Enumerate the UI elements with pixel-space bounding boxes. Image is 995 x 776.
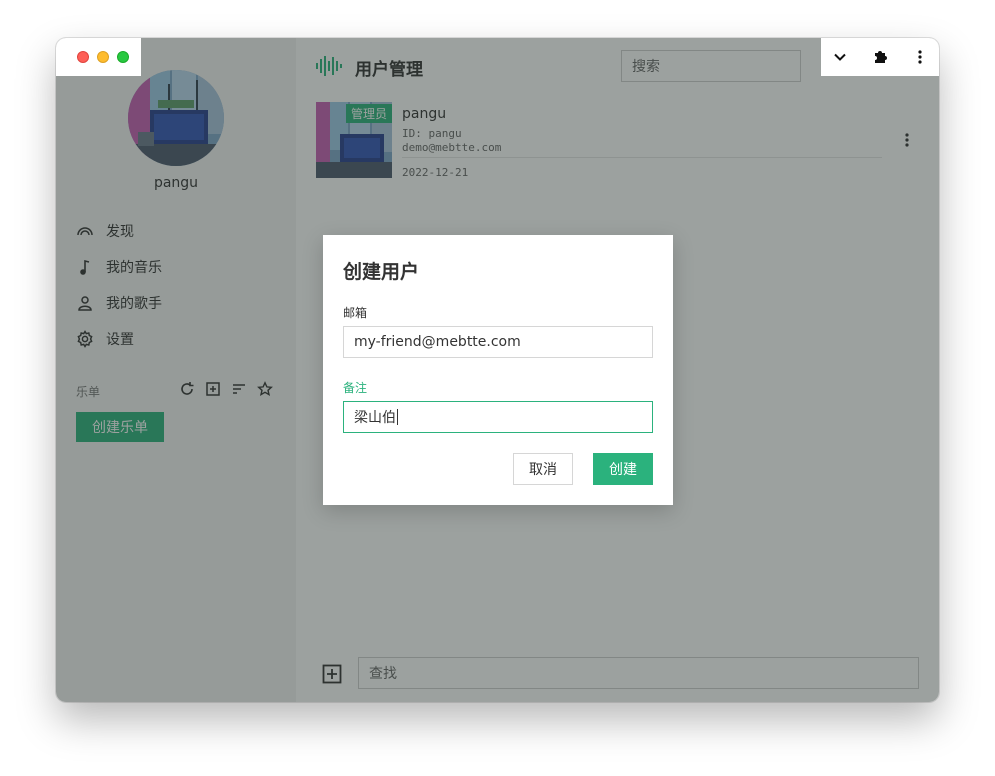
email-value: my-friend@mebtte.com xyxy=(354,334,521,350)
chevron-down-icon[interactable] xyxy=(831,48,849,66)
remark-label: 备注 xyxy=(343,381,368,395)
more-vertical-icon[interactable] xyxy=(911,48,929,66)
create-button[interactable]: 创建 xyxy=(593,453,653,485)
minimize-window-button[interactable] xyxy=(97,51,109,63)
dialog-title: 创建用户 xyxy=(343,261,420,283)
text-caret xyxy=(397,409,398,425)
email-field[interactable]: my-friend@mebtte.com xyxy=(343,326,653,358)
window-toolbar xyxy=(821,38,939,76)
email-label: 邮箱 xyxy=(343,306,368,320)
remark-field[interactable]: 梁山伯 xyxy=(343,401,653,433)
create-user-dialog: 创建用户 邮箱 my-friend@mebtte.com 备注 梁山伯 取消 创… xyxy=(323,235,673,505)
close-window-button[interactable] xyxy=(77,51,89,63)
app-window: pangu 发现 我的音乐 我的歌手 设置 乐单 创建乐单 用户管理 搜索 管理… xyxy=(56,38,939,702)
window-controls xyxy=(56,38,141,76)
puzzle-icon[interactable] xyxy=(871,48,889,66)
cancel-button[interactable]: 取消 xyxy=(513,453,573,485)
maximize-window-button[interactable] xyxy=(117,51,129,63)
remark-value: 梁山伯 xyxy=(354,410,396,426)
